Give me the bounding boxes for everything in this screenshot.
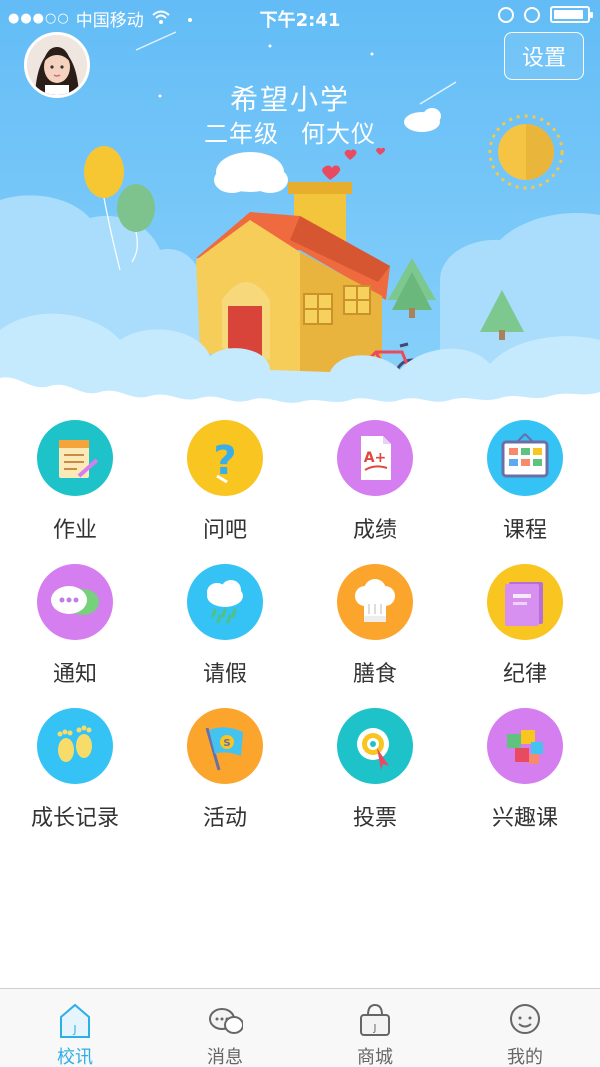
grid-item-1[interactable]: ? 问吧 — [150, 410, 300, 550]
grid-item-0[interactable]: 作业 — [0, 410, 150, 550]
grid-item-label: 投票 — [352, 806, 397, 831]
grid-item-5[interactable]: 请假 — [150, 554, 300, 694]
shop-bag-icon: J — [360, 1003, 390, 1036]
grid-item-label: 纪律 — [502, 662, 547, 687]
grid-item-label: 膳食 — [352, 662, 397, 687]
tab-label: 商城 — [357, 1047, 393, 1067]
grid-item-2[interactable]: A+ 成绩 — [300, 410, 450, 550]
rain-cloud-icon — [187, 564, 263, 640]
flag-icon: S — [187, 708, 263, 784]
chef-hat-icon — [337, 564, 413, 640]
grid-item-label: 成绩 — [352, 518, 397, 543]
grid-item-label: 活动 — [202, 806, 247, 831]
grid-item-11[interactable]: 兴趣课 — [450, 698, 600, 838]
rotation-lock-icon — [498, 6, 514, 23]
tab-bar: J 校讯 消息 J 商城 我的 — [0, 988, 600, 1067]
tab-label: 我的 — [507, 1047, 543, 1067]
school-house-icon: J — [60, 1003, 90, 1038]
battery-icon — [550, 6, 593, 23]
grade-paper-icon: A+ — [337, 420, 413, 496]
grid-item-label: 成长记录 — [30, 806, 119, 831]
grid-item-label: 通知 — [52, 662, 97, 687]
student-name: 何大仪 — [301, 120, 376, 148]
school-name: 希望小学 — [229, 83, 350, 116]
profile-face-icon — [510, 1004, 540, 1034]
svg-text:J: J — [72, 1023, 76, 1036]
schedule-board-icon — [487, 420, 563, 496]
grid-item-label: 作业 — [52, 518, 97, 543]
chat-bubble-icon — [37, 564, 113, 640]
book-icon — [487, 564, 563, 640]
alarm-icon — [524, 6, 540, 23]
message-icon — [209, 1008, 243, 1034]
grid-item-label: 问吧 — [202, 518, 247, 543]
target-icon — [337, 708, 413, 784]
homework-icon — [37, 420, 113, 496]
grid-item-label: 请假 — [202, 662, 247, 687]
battery-level — [554, 10, 583, 19]
grid-item-8[interactable]: 成长记录 — [0, 698, 150, 838]
svg-text:S: S — [223, 738, 230, 749]
tab-1[interactable]: 消息 — [150, 989, 300, 1067]
settings-button[interactable]: 设置 — [504, 32, 584, 80]
grid-item-3[interactable]: 课程 — [450, 410, 600, 550]
puzzle-icon — [487, 708, 563, 784]
svg-text:A+: A+ — [364, 450, 387, 466]
grid-item-6[interactable]: 膳食 — [300, 554, 450, 694]
question-icon: ? — [187, 420, 263, 496]
grid-item-label: 兴趣课 — [491, 806, 558, 831]
student-info: 二年级 何大仪 — [0, 114, 580, 149]
grid-item-7[interactable]: 纪律 — [450, 554, 600, 694]
tab-label: 校讯 — [57, 1047, 93, 1067]
tab-2[interactable]: J 商城 — [300, 989, 450, 1067]
header-banner: ●●●○○ 中国移动 下午2:41 设置 希望小学 二年级 何大仪 — [0, 0, 600, 410]
tab-label: 消息 — [207, 1047, 243, 1067]
grid-item-9[interactable]: S 活动 — [150, 698, 300, 838]
status-bar: ●●●○○ 中国移动 下午2:41 — [0, 0, 600, 34]
footprints-icon — [37, 708, 113, 784]
svg-text:J: J — [373, 1023, 377, 1034]
grid-item-10[interactable]: 投票 — [300, 698, 450, 838]
tab-3[interactable]: 我的 — [450, 989, 600, 1067]
grid-item-label: 课程 — [502, 518, 547, 543]
tab-0[interactable]: J 校讯 — [0, 989, 150, 1067]
grid-item-4[interactable]: 通知 — [0, 554, 150, 694]
student-grade: 二年级 — [204, 120, 279, 148]
